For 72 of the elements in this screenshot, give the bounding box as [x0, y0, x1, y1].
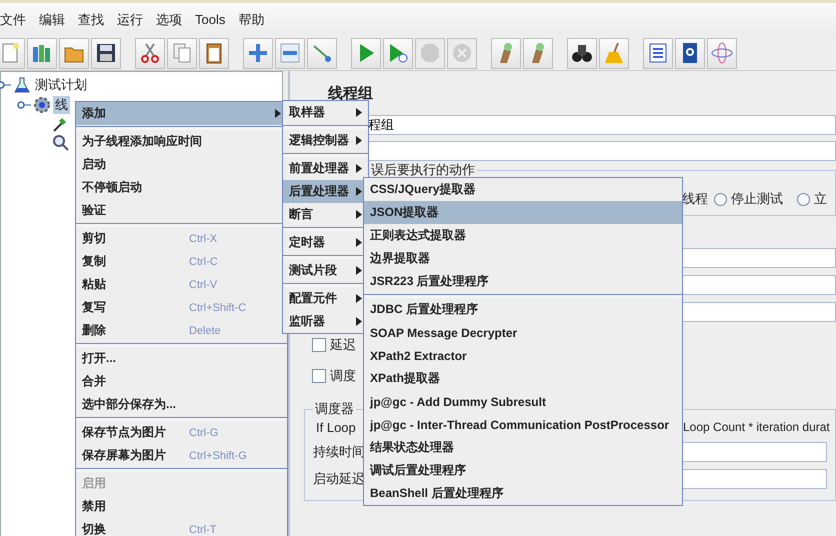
checkbox[interactable]: [312, 369, 326, 383]
menu-item[interactable]: 结果状态处理器: [364, 436, 682, 459]
menu-item[interactable]: 选项: [156, 10, 182, 28]
stop-sign-icon: [419, 42, 441, 64]
submenu-arrow-icon: [275, 109, 281, 118]
menu-item[interactable]: 打开...: [76, 347, 287, 370]
menu-item[interactable]: 查找: [78, 10, 104, 28]
submenu-arrow-icon: [356, 210, 362, 219]
menu-item[interactable]: 切换 Ctrl-T: [76, 518, 287, 536]
books-icon: [31, 42, 53, 64]
menu-item[interactable]: Tools: [195, 12, 226, 27]
radio-button[interactable]: [797, 192, 810, 206]
magnifier-icon[interactable]: [51, 133, 69, 151]
submenu-arrow-icon: [356, 266, 362, 275]
binoculars-icon: [571, 42, 593, 64]
submenu-arrow-icon: [356, 108, 362, 117]
panel-title: 线程组: [328, 84, 374, 104]
list-icon: [647, 42, 669, 64]
gear-icon: [33, 96, 51, 114]
submenu-arrow-icon: [356, 136, 362, 145]
menu-item[interactable]: jp@gc - Add Dummy Subresult: [364, 390, 682, 413]
flask-icon: [13, 76, 31, 94]
checkbox-label: 延迟: [330, 336, 356, 354]
submenu-arrow-icon: [356, 238, 362, 247]
toolbar-button[interactable]: [675, 38, 705, 68]
radio-button[interactable]: [714, 192, 727, 206]
document-icon: [0, 42, 21, 64]
submenu-arrow-icon: [356, 294, 362, 303]
submenu-arrow-icon: [356, 317, 362, 326]
minus-icon: [279, 42, 301, 64]
menu-item[interactable]: XPath2 Extractor: [364, 344, 682, 367]
menu-item[interactable]: 运行: [117, 10, 143, 28]
radio-label: 立: [814, 190, 827, 208]
menu-item[interactable]: 调试后置处理程序: [364, 459, 682, 482]
menu-item[interactable]: BeanShell 后置处理程序: [364, 482, 682, 505]
warning-text: Loop Count * iteration durat: [683, 420, 830, 434]
menu-item[interactable]: JSON提取器: [364, 201, 682, 224]
copy-icon: [171, 42, 193, 64]
tree-item[interactable]: 测试计划: [33, 76, 89, 94]
group-title: 调度器: [314, 402, 355, 416]
menu-item[interactable]: jp@gc - Inter-Thread Communication PostProcessor: [364, 413, 682, 436]
expand-handle-icon[interactable]: [17, 100, 31, 110]
menu-item[interactable]: 保存屏幕为图片 Ctrl+Shift-G: [76, 444, 287, 467]
toolbar-button[interactable]: [199, 38, 229, 68]
checkbox-label: 调度: [330, 367, 356, 385]
menu-item[interactable]: 帮助: [238, 10, 264, 28]
menu-item[interactable]: 禁用: [76, 495, 287, 518]
group-title: 误后要执行的动作: [370, 163, 476, 177]
menu-item[interactable]: 保存节点为图片 Ctrl-G: [76, 421, 287, 444]
menu-item[interactable]: 编辑: [39, 10, 65, 28]
play-icon: [387, 42, 409, 64]
atom-icon: [711, 42, 733, 64]
cancel-icon: [451, 42, 473, 64]
menu-item[interactable]: 文件: [0, 10, 26, 28]
pipette-icon[interactable]: [51, 115, 69, 133]
plus-icon: [247, 42, 269, 64]
toolbar-button[interactable]: [91, 38, 121, 68]
submenu-arrow-icon: [356, 164, 362, 173]
menu-item[interactable]: 合并: [76, 370, 287, 393]
submenu-arrow-icon: [356, 187, 362, 196]
menu-item[interactable]: 选中部分保存为...: [76, 393, 287, 416]
field-label: 启动延迟: [313, 470, 366, 488]
menu-item[interactable]: XPath提取器: [364, 367, 682, 390]
checkbox[interactable]: [312, 338, 326, 352]
radio-label: 停止测试: [731, 190, 783, 208]
menu-item[interactable]: 前置处理器: [283, 157, 368, 180]
broom-icon: [603, 42, 625, 64]
toolbar-button[interactable]: [567, 38, 597, 68]
expand-handle-icon[interactable]: [0, 80, 11, 90]
radio-label: 线程: [682, 190, 708, 208]
scissors-icon: [139, 42, 161, 64]
tree-item[interactable]: 线: [53, 96, 70, 114]
